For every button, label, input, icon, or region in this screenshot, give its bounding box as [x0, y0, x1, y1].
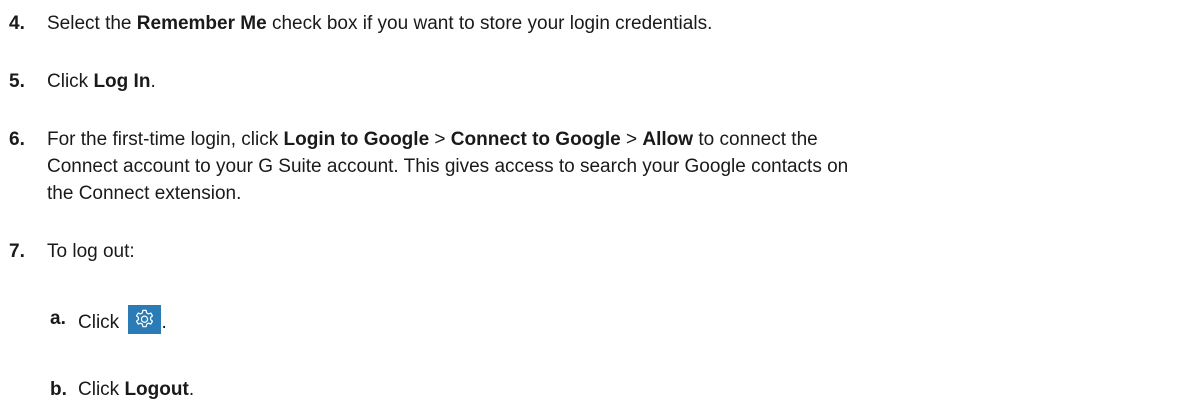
- ui-term-allow: Allow: [642, 129, 694, 150]
- step-number: 6.: [9, 129, 25, 150]
- step-number: 4.: [9, 13, 25, 34]
- step-text-segment: .: [188, 379, 195, 400]
- substep-letter: a.: [50, 308, 66, 329]
- step-number: 5.: [9, 71, 25, 92]
- ui-term-logout: Logout: [124, 379, 189, 400]
- step-text-segment: .: [150, 71, 156, 92]
- step-text: For the first-time login, click Login to…: [47, 126, 1189, 207]
- step-text: To log out:: [47, 241, 135, 262]
- substep-text: Click Logout.: [78, 376, 194, 403]
- ui-term-log-in: Log In: [93, 71, 151, 92]
- step-text-segment: to connect the: [693, 129, 818, 150]
- step-6: 6. For the first-time login, click Login…: [0, 126, 1189, 207]
- ui-term-login-to-google: Login to Google: [283, 129, 430, 150]
- step-text-segment: Click: [78, 312, 120, 333]
- step-text: Click Log In.: [47, 68, 1189, 95]
- step-text-segment: .: [161, 312, 167, 333]
- step-text-segment: >: [429, 129, 451, 150]
- ui-term-remember-me: Remember Me: [136, 13, 267, 34]
- step-text: Select the Remember Me check box if you …: [47, 10, 1189, 37]
- step-text-line: Connect account to your G Suite account.…: [47, 156, 849, 177]
- step-text-segment: Select the: [47, 13, 137, 34]
- step-text-line: For the first-time login, click Login to…: [47, 126, 1189, 153]
- ui-term-connect-to-google: Connect to Google: [450, 129, 621, 150]
- step-text-segment: Click: [78, 379, 125, 400]
- step-text-segment: >: [620, 129, 643, 150]
- step-number: 7.: [9, 241, 25, 262]
- substep-text: Click .: [78, 305, 167, 336]
- gear-icon: [128, 305, 162, 334]
- step-text-segment: For the first-time login, click: [47, 129, 284, 150]
- step-text-segment: Click: [47, 71, 94, 92]
- substep-letter: b.: [50, 379, 67, 400]
- step-text-segment: check box if you want to store your logi…: [266, 13, 713, 34]
- step-text-line: the Connect extension.: [47, 183, 242, 204]
